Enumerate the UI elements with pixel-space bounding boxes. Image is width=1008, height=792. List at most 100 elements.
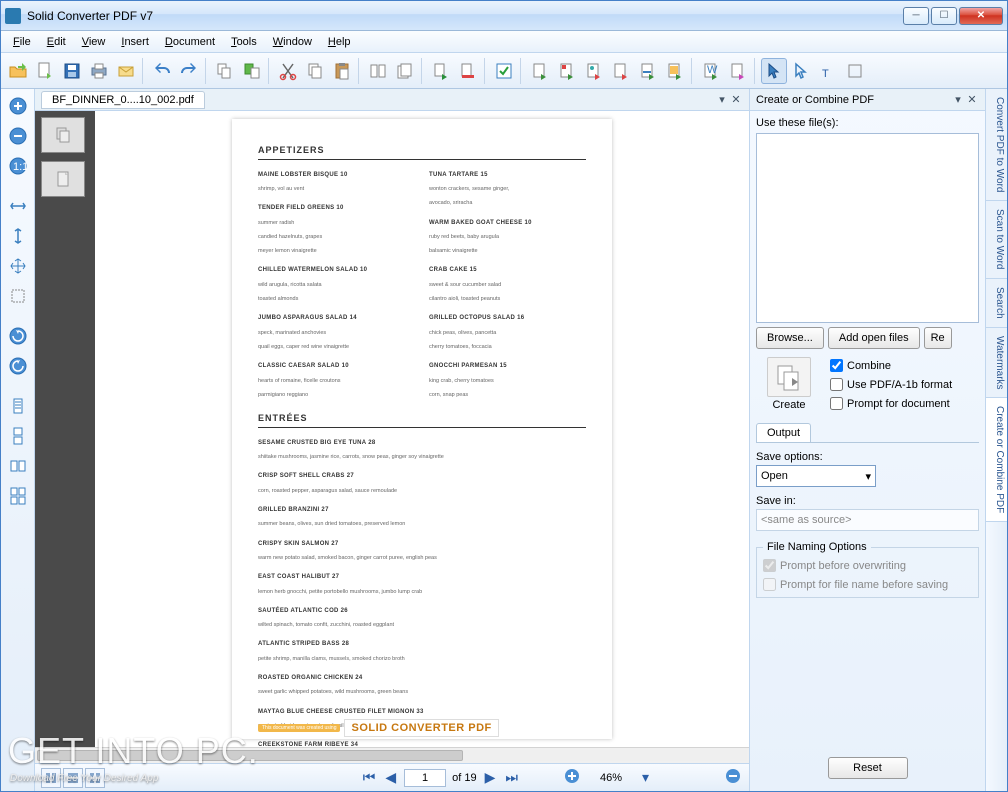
document-tab[interactable]: BF_DINNER_0....10_002.pdf (41, 91, 205, 109)
singlepage-button[interactable] (5, 393, 31, 419)
prompt-doc-checkbox[interactable]: Prompt for document (830, 397, 979, 410)
zoom-out-status[interactable] (723, 768, 743, 787)
zoom-out-button[interactable] (5, 123, 31, 149)
re-button[interactable]: Re (924, 327, 952, 349)
rotate-ccw-button[interactable] (5, 353, 31, 379)
paste-button[interactable] (329, 58, 355, 84)
last-page-button[interactable]: ⏭ (503, 769, 520, 786)
svg-text:T: T (822, 68, 829, 80)
select-button[interactable] (761, 58, 787, 84)
menu-window[interactable]: Window (265, 34, 320, 50)
sidetab-watermarks[interactable]: Watermarks (986, 328, 1007, 399)
prompt-overwrite-checkbox[interactable]: Prompt before overwriting (763, 559, 972, 572)
output-tab[interactable]: Output (756, 423, 811, 442)
export6-button[interactable] (662, 58, 688, 84)
horizontal-scrollbar[interactable] (35, 747, 749, 763)
sidetab-create[interactable]: Create or Combine PDF (986, 398, 1007, 522)
email-button[interactable] (113, 58, 139, 84)
thumbnail-panel (35, 111, 95, 747)
text-button[interactable]: T (815, 58, 841, 84)
zoom-in-status[interactable] (562, 768, 582, 787)
thumb-page-icon[interactable] (41, 161, 85, 197)
save-options-label: Save options: (756, 451, 979, 463)
zoom-actual-button[interactable]: 1:1 (5, 153, 31, 179)
view-mode-3[interactable] (85, 768, 105, 788)
print-button[interactable] (86, 58, 112, 84)
facing-button[interactable] (5, 453, 31, 479)
more-button[interactable] (842, 58, 868, 84)
use-files-label: Use these file(s): (756, 117, 979, 129)
export1-button[interactable] (527, 58, 553, 84)
side-tabs: Convert PDF to Word Scan to Word Search … (985, 89, 1007, 791)
add-open-files-button[interactable]: Add open files (828, 327, 920, 349)
prev-page-button[interactable]: ◀ (383, 769, 398, 786)
menu-view[interactable]: View (74, 34, 114, 50)
sidetab-convert[interactable]: Convert PDF to Word (986, 89, 1007, 201)
menu-edit[interactable]: Edit (39, 34, 74, 50)
next-page-button[interactable]: ▶ (483, 769, 498, 786)
export5-button[interactable] (635, 58, 661, 84)
maximize-button[interactable]: ☐ (931, 7, 957, 25)
zoom-in-button[interactable] (5, 93, 31, 119)
extract-button[interactable] (428, 58, 454, 84)
stack-button[interactable] (392, 58, 418, 84)
check-button[interactable] (491, 58, 517, 84)
menu-tools[interactable]: Tools (223, 34, 265, 50)
save-options-select[interactable]: Open▾ (756, 465, 876, 487)
copy-button[interactable] (212, 58, 238, 84)
continuous-button[interactable] (5, 423, 31, 449)
rotate-cw-button[interactable] (5, 323, 31, 349)
fit-width-button[interactable] (5, 193, 31, 219)
copy2-button[interactable] (302, 58, 328, 84)
menu-insert[interactable]: Insert (113, 34, 157, 50)
sidetab-search[interactable]: Search (986, 279, 1007, 328)
file-list[interactable] (756, 133, 979, 323)
pdfa-checkbox[interactable]: Use PDF/A-1b format (830, 378, 979, 391)
save-button[interactable] (59, 58, 85, 84)
tab-dropdown[interactable]: ▾ (715, 93, 729, 106)
save-in-label: Save in: (756, 495, 979, 507)
new-button[interactable] (32, 58, 58, 84)
save-in-input[interactable]: <same as source> (756, 509, 979, 531)
convert-button[interactable] (239, 58, 265, 84)
panel-title: Create or Combine PDF (756, 94, 874, 106)
menu-file[interactable]: File (5, 34, 39, 50)
pointer-button[interactable] (788, 58, 814, 84)
export7-button[interactable]: W (698, 58, 724, 84)
open-button[interactable] (5, 58, 31, 84)
export8-button[interactable] (725, 58, 751, 84)
prompt-filename-checkbox[interactable]: Prompt for file name before saving (763, 578, 972, 591)
sidetab-scan[interactable]: Scan to Word (986, 201, 1007, 278)
page-input[interactable] (404, 769, 446, 787)
browse-button[interactable]: Browse... (756, 327, 824, 349)
zoom-dropdown[interactable]: ▾ (640, 769, 651, 786)
sidebyside-button[interactable] (365, 58, 391, 84)
panel-close[interactable]: ✕ (965, 93, 979, 106)
minimize-button[interactable]: ─ (903, 7, 929, 25)
thumb-pages-icon[interactable] (41, 117, 85, 153)
cut-button[interactable] (275, 58, 301, 84)
app-icon (5, 8, 21, 24)
facing-cont-button[interactable] (5, 483, 31, 509)
delete-page-button[interactable] (455, 58, 481, 84)
marquee-button[interactable] (5, 283, 31, 309)
export3-button[interactable] (581, 58, 607, 84)
close-button[interactable]: ✕ (959, 7, 1003, 25)
tab-close[interactable]: ✕ (729, 93, 743, 106)
fit-height-button[interactable] (5, 223, 31, 249)
undo-button[interactable] (149, 58, 175, 84)
page-view[interactable]: APPETIZERSMAINE LOBSTER BISQUE 10shrimp,… (95, 111, 749, 747)
fit-page-button[interactable] (5, 253, 31, 279)
redo-button[interactable] (176, 58, 202, 84)
panel-dropdown[interactable]: ▾ (951, 93, 965, 106)
view-mode-1[interactable] (41, 768, 61, 788)
export4-button[interactable] (608, 58, 634, 84)
first-page-button[interactable]: ⏮ (361, 769, 378, 786)
reset-button[interactable]: Reset (828, 757, 908, 779)
menu-help[interactable]: Help (320, 34, 359, 50)
create-button[interactable]: Create (756, 357, 822, 411)
menu-document[interactable]: Document (157, 34, 223, 50)
export2-button[interactable] (554, 58, 580, 84)
view-mode-2[interactable] (63, 768, 83, 788)
combine-checkbox[interactable]: Combine (830, 359, 979, 372)
